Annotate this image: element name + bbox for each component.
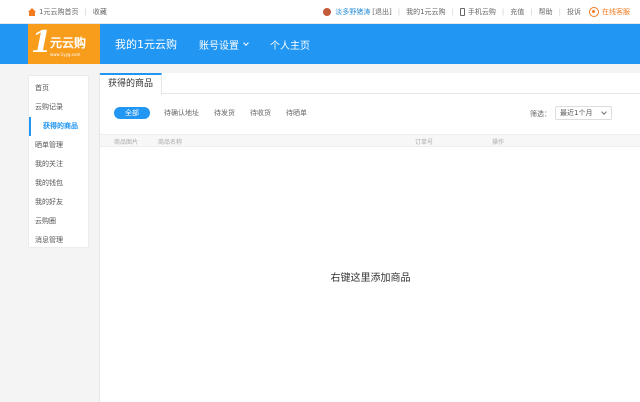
nav-homepage[interactable]: 个人主页	[270, 37, 310, 52]
sidebar-item-records[interactable]: 云购记录	[29, 98, 88, 117]
avatar[interactable]	[323, 8, 332, 16]
time-range-value: 最近1个月	[560, 109, 593, 117]
online-service-link[interactable]: 在线客服	[589, 7, 630, 17]
divider: |	[501, 8, 505, 16]
my-account-link[interactable]: 我的1元云购	[406, 7, 445, 17]
top-bar-left: 1元云购首页 | 收藏	[28, 0, 107, 24]
sidebar-item-circle[interactable]: 云购圈	[29, 212, 88, 231]
logo-url: www.1yyg.com	[50, 52, 81, 57]
status-filters: 全部 待确认地址 待发货 待收货 待晒单	[114, 107, 322, 119]
divider: |	[397, 8, 401, 16]
chevron-down-icon	[243, 40, 249, 46]
recharge-link[interactable]: 充值	[510, 7, 524, 17]
sort-label: 筛选：	[530, 110, 551, 118]
complaint-link[interactable]: 投诉	[567, 7, 581, 17]
mobile-link[interactable]: 手机云购	[468, 7, 496, 17]
sidebar: 首页 云购记录 获得的商品 晒单管理 我的关注 我的钱包 我的好友 云购圈 消息…	[28, 75, 89, 248]
empty-placeholder[interactable]: 右键这里添加商品	[100, 269, 640, 284]
divider: |	[558, 8, 561, 16]
top-bar-right: 淡多野猪涛 [退出] | 我的1元云购 | 手机云购 | 充值 | 帮助 | 投…	[323, 0, 630, 24]
sidebar-item-following[interactable]: 我的关注	[29, 155, 88, 174]
nav-my-account[interactable]: 我的1元云购	[115, 36, 177, 52]
filter-pending-receipt[interactable]: 待收货	[250, 108, 271, 118]
filter-confirm-address[interactable]: 待确认地址	[164, 108, 199, 118]
main-panel: 获得的商品 全部 待确认地址 待发货 待收货 待晒单 筛选： 最近1个月 商品图…	[99, 73, 640, 402]
main-nav: 我的1元云购 账号设置 个人主页	[115, 24, 332, 64]
headset-icon	[589, 7, 599, 17]
table-header: 商品图片 商品名称 订单号 操作	[100, 134, 640, 147]
filter-pending-share[interactable]: 待晒单	[286, 108, 307, 118]
phone-icon	[459, 8, 465, 16]
divider: |	[84, 8, 87, 16]
filter-pending-shipment[interactable]: 待发货	[214, 108, 235, 118]
logo-brand: 元云购	[50, 36, 87, 50]
logo[interactable]: 1 元云购 www.1yyg.com	[28, 24, 100, 64]
nav-account-settings[interactable]: 账号设置	[199, 37, 249, 52]
sidebar-item-won-items[interactable]: 获得的商品	[29, 117, 88, 136]
online-service-label: 在线客服	[602, 8, 630, 16]
nav-account-settings-label: 账号设置	[199, 40, 239, 52]
tab-bar: 获得的商品	[100, 73, 640, 95]
sidebar-item-wallet[interactable]: 我的钱包	[29, 174, 88, 193]
sidebar-item-friends[interactable]: 我的好友	[29, 193, 88, 212]
tab-won-items[interactable]: 获得的商品	[100, 73, 162, 95]
sidebar-item-messages[interactable]: 消息管理	[29, 231, 88, 250]
logout-link[interactable]: [退出]	[372, 7, 391, 17]
divider: |	[451, 8, 454, 16]
divider: |	[530, 8, 533, 16]
sidebar-item-home[interactable]: 首页	[29, 79, 88, 98]
chevron-down-icon	[601, 109, 607, 115]
help-link[interactable]: 帮助	[539, 7, 553, 17]
column-header-order: 订单号	[415, 139, 434, 146]
column-header-image: 商品图片	[114, 139, 139, 146]
home-link[interactable]: 1元云购首页	[39, 7, 78, 17]
home-icon	[28, 8, 36, 16]
favorite-link[interactable]: 收藏	[93, 7, 107, 17]
username-link[interactable]: 淡多野猪涛	[335, 7, 370, 17]
sidebar-item-share-management[interactable]: 晒单管理	[29, 136, 88, 155]
logo-number: 1	[31, 25, 52, 60]
column-header-name: 商品名称	[158, 139, 183, 146]
column-header-actions: 操作	[492, 139, 505, 146]
time-range-select[interactable]: 最近1个月	[555, 106, 612, 120]
top-bar: 1元云购首页 | 收藏 淡多野猪涛 [退出] | 我的1元云购 | 手机云购 |…	[0, 0, 640, 24]
filter-all[interactable]: 全部	[114, 107, 150, 119]
